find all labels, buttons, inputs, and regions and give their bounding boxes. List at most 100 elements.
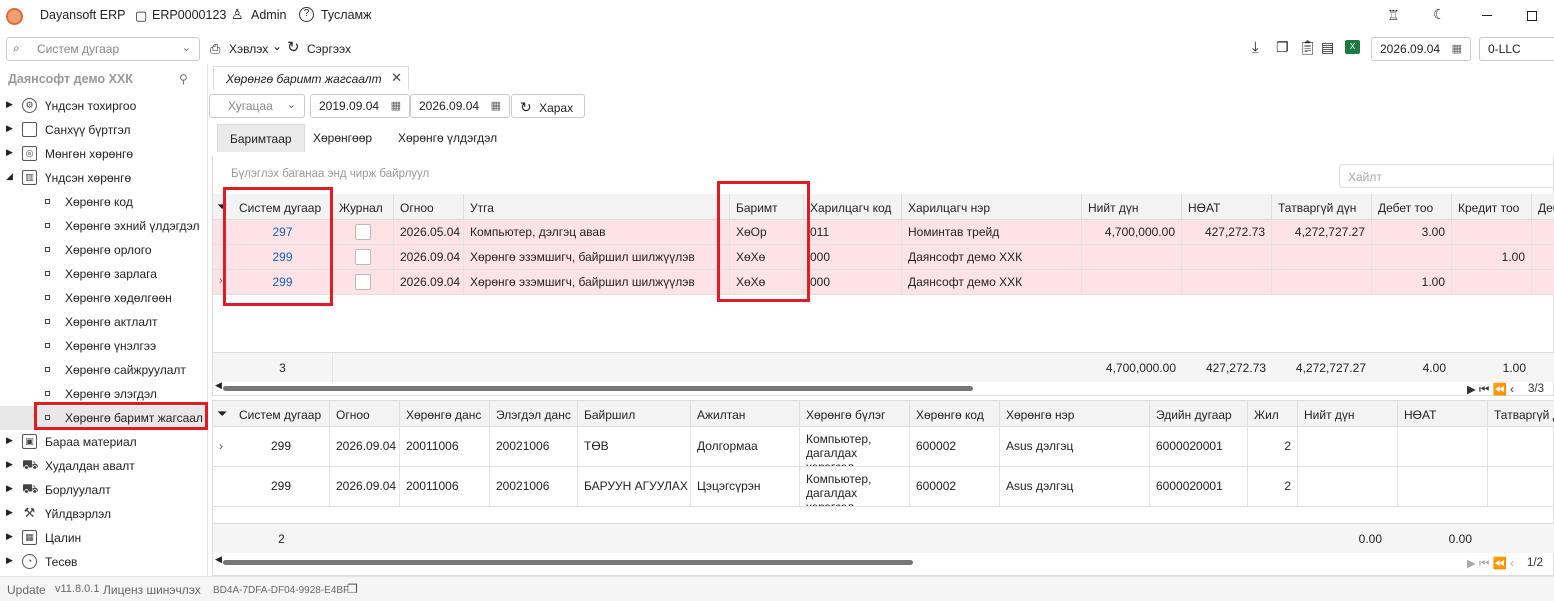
- sidebar-subitem[interactable]: Хөрөнгө сайжруулалт: [0, 358, 207, 382]
- table-row[interactable]: 297 2026.05.04 Компьютер, дэлгэц авав Хө…: [213, 220, 1554, 245]
- cell-system-number[interactable]: 297: [233, 220, 333, 244]
- horizontal-scrollbar[interactable]: ◀: [213, 380, 1554, 394]
- pager-nav-icons[interactable]: ▶ ⏮ ⏪ ‹: [1467, 556, 1514, 571]
- clipboard-icon[interactable]: ▤: [1321, 39, 1334, 56]
- col-net[interactable]: Татваргүй д: [1488, 401, 1554, 427]
- expand-row-icon[interactable]: ›: [219, 439, 223, 453]
- company-code-combo[interactable]: 0-LLC: [1479, 37, 1554, 61]
- copy-icon[interactable]: ❐: [347, 582, 358, 596]
- table-row[interactable]: › 299 2026.09.04 Хөрөнгө эзэмшигч, байрш…: [213, 270, 1554, 295]
- sidebar-item-purchase[interactable]: ▶ ⛟ Худалдан авалт: [0, 454, 207, 478]
- cell-journal[interactable]: [333, 220, 394, 244]
- checkbox[interactable]: [355, 249, 371, 265]
- robot-icon[interactable]: ♖: [1387, 7, 1400, 24]
- period-combo[interactable]: Хугацаа ⌄: [209, 94, 305, 118]
- sidebar-subitem[interactable]: Хөрөнгө эхний үлдэгдэл: [0, 214, 207, 238]
- col-asset-account[interactable]: Хөрөнгө данс: [400, 401, 490, 427]
- print-button[interactable]: Хэвлэх: [229, 42, 268, 56]
- sidebar-subitem-asset-document-list[interactable]: Хөрөнгө баримт жагсаал: [0, 406, 207, 430]
- col-item-number[interactable]: Эдийн дугаар: [1150, 401, 1248, 427]
- col-vat[interactable]: НӨАТ: [1182, 194, 1272, 220]
- table-row[interactable]: 299 2026.09.04 Хөрөнгө эзэмшигч, байршил…: [213, 245, 1554, 270]
- col-system-number[interactable]: Систем дугаар: [233, 194, 333, 220]
- sidebar-item-sales[interactable]: ▶ ⛟ Борлуулалт: [0, 478, 207, 502]
- scroll-left-icon[interactable]: ◀: [215, 380, 222, 391]
- excel-icon[interactable]: X: [1345, 40, 1360, 54]
- tab-by-document[interactable]: Баримтаар: [217, 124, 305, 152]
- paste-icon[interactable]: 📋︎: [1299, 39, 1317, 56]
- col-total[interactable]: Нийт дүн: [1298, 401, 1398, 427]
- sidebar-subitem[interactable]: Хөрөнгө зарлага: [0, 262, 207, 286]
- col-debit-more[interactable]: Деб: [1532, 194, 1554, 220]
- sidebar-item-cash[interactable]: ▶ ◎ Мөнгөн хөрөнгө: [0, 142, 207, 166]
- sidebar-subitem[interactable]: Хөрөнгө код: [0, 190, 207, 214]
- col-date[interactable]: Огноо: [330, 401, 400, 427]
- refresh-button[interactable]: Сэргээх: [307, 42, 351, 56]
- cell-system-number[interactable]: 299: [233, 270, 333, 294]
- close-icon[interactable]: ✕: [391, 70, 402, 86]
- pager-nav-icons[interactable]: ▶ ⏮ ⏪ ‹: [1467, 382, 1514, 397]
- sidebar-item-inventory[interactable]: ▶ ▣ Бараа материал: [0, 430, 207, 454]
- cell-journal[interactable]: [333, 270, 394, 294]
- col-net[interactable]: Татваргүй дүн: [1272, 194, 1372, 220]
- doc-tab-asset-document-list[interactable]: Хөрөнгө баримт жагсаалт ✕: [213, 66, 409, 90]
- date-from-picker[interactable]: 2019.09.04 ▦: [310, 94, 410, 118]
- table-row[interactable]: › 299 2026.09.04 20011006 20021006 ТӨВ Д…: [213, 427, 1554, 467]
- sidebar-item-budget[interactable]: ▶ ◔ Тесөв: [0, 550, 207, 574]
- download-icon[interactable]: ⤓: [1252, 39, 1259, 56]
- date-to-picker[interactable]: 2026.09.04 ▦: [410, 94, 510, 118]
- license-renew-link[interactable]: Лиценз шинэчлэх: [103, 583, 201, 597]
- scroll-left-icon[interactable]: ◀: [215, 554, 222, 565]
- col-debit-qty[interactable]: Дебет тоо: [1372, 194, 1452, 220]
- cell-journal[interactable]: [333, 245, 394, 269]
- col-document[interactable]: Баримт: [730, 194, 804, 220]
- col-date[interactable]: Огноо: [394, 194, 464, 220]
- sidebar-subitem[interactable]: Хөрөнгө актлалт: [0, 310, 207, 334]
- sidebar-subitem[interactable]: Хөрөнгө элэгдэл: [0, 382, 207, 406]
- col-year[interactable]: Жил: [1248, 401, 1298, 427]
- sidebar-item-production[interactable]: ▶ ⚒ Үйлдвэрлэл: [0, 502, 207, 526]
- copy-icon[interactable]: ❐: [1276, 39, 1289, 56]
- view-button[interactable]: ↻ Харах: [511, 94, 585, 118]
- col-employee[interactable]: Ажилтан: [691, 401, 800, 427]
- col-credit-qty[interactable]: Кредит тоо: [1452, 194, 1532, 220]
- cell-system-number[interactable]: 299: [233, 245, 333, 269]
- tab-asset-balance[interactable]: Хөрөнгө үлдэгдэл: [386, 124, 509, 152]
- system-number-combo[interactable]: ⌕ Систем дугаар ⌄: [6, 37, 200, 61]
- col-asset-name[interactable]: Хөрөнгө нэр: [1000, 401, 1150, 427]
- filter-icon[interactable]: ⏷: [217, 406, 227, 422]
- user-name[interactable]: Admin: [251, 8, 286, 22]
- col-partner-code[interactable]: Харилцагч код: [804, 194, 902, 220]
- col-asset-group[interactable]: Хөрөнгө бүлэг: [800, 401, 910, 427]
- search-input[interactable]: Хайлт: [1339, 164, 1554, 188]
- col-location[interactable]: Байршил: [578, 401, 691, 427]
- minimize-icon[interactable]: [1482, 15, 1492, 16]
- filter-icon[interactable]: ⏷: [217, 199, 227, 215]
- doc-id[interactable]: ERP0000123: [152, 8, 226, 22]
- sidebar-item-finance[interactable]: ▶ Санхүү бүртгэл: [0, 118, 207, 142]
- scroll-thumb[interactable]: [223, 386, 973, 391]
- sidebar-subitem[interactable]: Хөрөнгө үнэлгээ: [0, 334, 207, 358]
- sidebar-item-payroll[interactable]: ▶ ▦ Цалин: [0, 526, 207, 550]
- maximize-icon[interactable]: [1527, 11, 1537, 21]
- sidebar-subitem[interactable]: Хөрөнгө хөдөлгөөн: [0, 286, 207, 310]
- col-vat[interactable]: НӨАТ: [1398, 401, 1488, 427]
- col-depreciation-account[interactable]: Элэгдэл данс: [490, 401, 578, 427]
- help-link[interactable]: Тусламж: [321, 8, 372, 22]
- checkbox[interactable]: [355, 274, 371, 290]
- moon-icon[interactable]: ☾: [1433, 6, 1446, 23]
- col-system-number[interactable]: Систем дугаар: [233, 401, 330, 427]
- sidebar-item-fixed-assets[interactable]: ◢ ▥ Үндсэн хөрөнгө: [0, 166, 207, 190]
- col-partner-name[interactable]: Харилцагч нэр: [902, 194, 1082, 220]
- update-link[interactable]: Update: [7, 583, 46, 597]
- horizontal-scrollbar[interactable]: ◀: [213, 554, 1554, 568]
- col-total[interactable]: Нийт дүн: [1082, 194, 1182, 220]
- scroll-thumb[interactable]: [223, 560, 913, 565]
- col-description[interactable]: Утга: [464, 194, 730, 220]
- col-journal[interactable]: Журнал: [333, 194, 394, 220]
- sidebar-item-settings[interactable]: ▶ ⚙ Үндсэн тохиргоо: [0, 94, 207, 118]
- chevron-down-icon[interactable]: ⌄: [272, 39, 282, 53]
- table-row[interactable]: 299 2026.09.04 20011006 20021006 БАРУУН …: [213, 467, 1554, 507]
- checkbox[interactable]: [355, 224, 371, 240]
- pin-icon[interactable]: ⚲: [179, 72, 188, 86]
